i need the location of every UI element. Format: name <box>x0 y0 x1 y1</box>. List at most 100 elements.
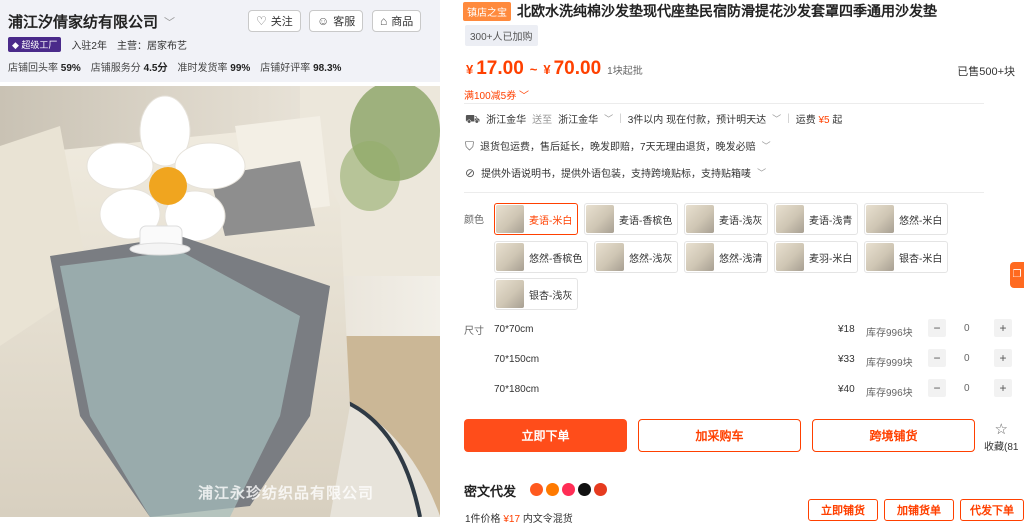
metric-value: 59% <box>60 63 81 74</box>
product-title-row: 镇店之宝 北欧水洗纯棉沙发垫现代座垫民宿防滑提花沙发套罩四季通用沙发垫 <box>463 1 937 21</box>
color-option[interactable]: 悠然-米白 <box>864 203 949 235</box>
store-treasure-tag: 镇店之宝 <box>463 1 511 21</box>
add-to-cart-button[interactable]: 加采购车 <box>638 419 801 452</box>
shield-icon: ⛉ <box>465 138 475 153</box>
plus-button[interactable]: + <box>994 349 1012 367</box>
price-range: ¥ 17.00 ~ ¥ 70.00 1块起批 <box>466 58 643 80</box>
product-panel: 镇店之宝 北欧水洗纯棉沙发垫现代座垫民宿防滑提花沙发套罩四季通用沙发垫 300+… <box>452 0 1024 525</box>
shop-name-text[interactable]: 浦江汐倩家纺有限公司 <box>8 11 158 32</box>
metric-label: 店铺服务分 <box>90 63 141 74</box>
tab-icon: ❐ <box>1012 269 1022 280</box>
color-option[interactable]: 麦语-米白 <box>494 203 579 235</box>
dropship-order-button[interactable]: 代发下单 <box>960 499 1024 521</box>
color-option-label: 悠然-浅灰 <box>629 253 673 265</box>
color-thumb <box>866 205 894 233</box>
size-row: 70*150cm ¥33 库存999块 − 0 + <box>492 349 1012 371</box>
color-option-label: 银杏-浅灰 <box>529 290 573 302</box>
color-option-label: 悠然-米白 <box>899 215 943 227</box>
floating-side-tab[interactable]: ❐ <box>1010 262 1024 288</box>
favorite-button[interactable]: ☆ 收藏(81 <box>984 420 1018 453</box>
dropship-note: 内文令混货 <box>522 514 573 525</box>
follow-label: 关注 <box>270 16 293 28</box>
added-to-cart-badge: 300+人已加购 <box>465 25 538 46</box>
color-option[interactable]: 悠然-浅清 <box>684 241 769 273</box>
dropship-price-row: 1件价格 ¥17 内文令混货 <box>465 510 573 525</box>
color-option-label: 麦语-浅灰 <box>719 215 763 227</box>
minus-button[interactable]: − <box>928 379 946 397</box>
chevron-down-icon[interactable]: ﹀ <box>604 112 613 125</box>
color-thumb <box>866 243 894 271</box>
chevron-down-icon[interactable]: ﹀ <box>762 139 771 152</box>
platform-icon <box>546 483 559 496</box>
size-stock: 库存996块 <box>866 328 913 339</box>
shop-metrics: 店铺回头率 59% 店铺服务分 4.5分 准时发货率 99% 店铺好评率 98.… <box>8 59 341 74</box>
category-label: 主营： <box>117 41 147 52</box>
color-option[interactable]: 银杏-浅灰 <box>494 278 579 310</box>
color-thumb <box>686 205 714 233</box>
store-icon: ⌂ <box>380 14 388 28</box>
size-price: ¥40 <box>838 384 855 395</box>
coupon-link[interactable]: 满100减5券 ﹀ <box>464 87 529 102</box>
shipping-fee: 运费 ¥5 起 <box>796 111 843 126</box>
chevron-down-icon[interactable]: ﹀ <box>164 14 175 30</box>
dropship-price-label: 1件价格 <box>465 514 501 525</box>
sold-count: 已售500+块 <box>957 66 1015 78</box>
minus-button[interactable]: − <box>928 349 946 367</box>
customer-service-button[interactable]: ☺ 客服 <box>309 10 364 32</box>
color-option[interactable]: 麦语-香槟色 <box>584 203 679 235</box>
fee-suffix: 起 <box>832 115 843 126</box>
color-option[interactable]: 悠然-浅灰 <box>594 241 679 273</box>
currency-symbol: ¥ <box>466 62 474 77</box>
color-option[interactable]: 麦语-浅灰 <box>684 203 769 235</box>
metric: 店铺服务分 4.5分 <box>91 59 168 74</box>
divider <box>464 103 984 104</box>
shop-name[interactable]: 浦江汐倩家纺有限公司 ﹀ <box>8 11 175 32</box>
price-max: 70.00 <box>553 58 602 79</box>
color-option[interactable]: 麦羽-米白 <box>774 241 859 273</box>
color-option-label: 麦语-香槟色 <box>619 215 673 227</box>
list-now-button[interactable]: 立即铺货 <box>808 499 878 521</box>
color-option[interactable]: 银杏-米白 <box>864 241 949 273</box>
goods-label: 商品 <box>391 16 414 28</box>
coupon-text[interactable]: 满100减5券 <box>464 91 516 102</box>
goods-button[interactable]: ⌂ 商品 <box>372 10 422 32</box>
guarantee-text: 退货包运费，售后延长，晚发即赔，7天无理由退货，晚发必赔 <box>480 142 756 153</box>
color-thumb <box>496 205 524 233</box>
platform-icon <box>594 483 607 496</box>
metric: 准时发货率 99% <box>177 59 250 74</box>
size-price: ¥18 <box>838 324 855 335</box>
plus-button[interactable]: + <box>994 379 1012 397</box>
color-option[interactable]: 悠然-香槟色 <box>494 241 589 273</box>
chevron-down-icon[interactable]: ﹀ <box>772 112 781 125</box>
chevron-down-icon[interactable]: ﹀ <box>519 91 529 102</box>
color-option[interactable]: 麦语-浅青 <box>774 203 859 235</box>
chat-icon: ☺ <box>317 14 330 28</box>
metric-label: 店铺回头率 <box>8 63 58 74</box>
plus-button[interactable]: + <box>994 319 1012 337</box>
category-value: 居家布艺 <box>147 41 187 52</box>
left-panel: 浦江汐倩家纺有限公司 ﹀ ♡ 关注 ☺ 客服 ⌂ 商品 ◆ 超级工厂 入驻2年 … <box>0 0 440 517</box>
metric-value: 4.5分 <box>143 63 168 74</box>
ship-to[interactable]: 浙江金华 <box>558 111 598 126</box>
color-thumb <box>776 205 804 233</box>
size-row: 70*180cm ¥40 库存996块 − 0 + <box>492 379 1012 401</box>
size-name: 70*180cm <box>494 384 540 395</box>
heart-icon: ♡ <box>256 14 267 28</box>
export-text: 提供外语说明书，提供外语包装，支持跨境贴标，支持贴箱唛 <box>481 169 752 180</box>
image-watermark: 浦江永珍纺织品有限公司 <box>198 485 375 502</box>
follow-button[interactable]: ♡ 关注 <box>248 10 301 32</box>
cross-border-button[interactable]: 跨境铺货 <box>812 419 975 452</box>
add-to-list-button[interactable]: 加铺货单 <box>884 499 954 521</box>
chevron-down-icon[interactable]: ﹀ <box>757 166 766 179</box>
quantity-input[interactable]: 0 <box>964 383 970 394</box>
metric-label: 准时发货率 <box>177 63 228 74</box>
guarantee-row[interactable]: ⛉ 退货包运费，售后延长，晚发即赔，7天无理由退货，晚发必赔 ﹀ <box>465 138 771 154</box>
shipping-row: ⛟ 浙江金华 送至 浙江金华 ﹀ | 3件以内 现在付款，预计明天达 ﹀ | 运费 … <box>465 111 843 127</box>
buy-now-button[interactable]: 立即下单 <box>464 419 627 452</box>
export-row[interactable]: ⊘ 提供外语说明书，提供外语包装，支持跨境贴标，支持贴箱唛 ﹀ <box>465 165 766 181</box>
product-image[interactable]: 浦江永珍纺织品有限公司 <box>0 86 440 517</box>
metric-value: 99% <box>230 63 251 74</box>
quantity-input[interactable]: 0 <box>964 323 970 334</box>
quantity-input[interactable]: 0 <box>964 353 970 364</box>
minus-button[interactable]: − <box>928 319 946 337</box>
